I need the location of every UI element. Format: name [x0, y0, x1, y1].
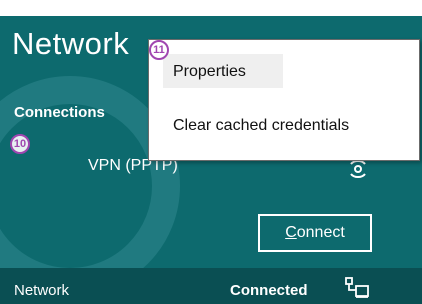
context-menu: Properties Clear cached credentials — [148, 39, 420, 161]
wired-network-icon — [345, 277, 369, 298]
connect-button[interactable]: Connect — [258, 214, 372, 252]
network-label: Network — [14, 282, 70, 299]
page-title: Network — [12, 26, 130, 61]
menu-item-clear-cached-credentials[interactable]: Clear cached credentials — [149, 110, 419, 140]
menu-item-label: Clear cached credentials — [173, 117, 350, 134]
connect-button-label-rest: onnect — [296, 224, 345, 241]
connections-heading: Connections — [14, 104, 105, 121]
annotation-badge-11: 11 — [149, 40, 169, 60]
annotation-badge-10: 10 — [10, 134, 30, 154]
connection-status: Connected — [230, 282, 308, 299]
connect-button-accesskey: C — [285, 224, 297, 241]
network-status-bar[interactable]: Network Connected — [0, 268, 422, 304]
menu-item-label: Properties — [173, 63, 246, 80]
menu-item-properties[interactable]: Properties — [149, 54, 419, 88]
